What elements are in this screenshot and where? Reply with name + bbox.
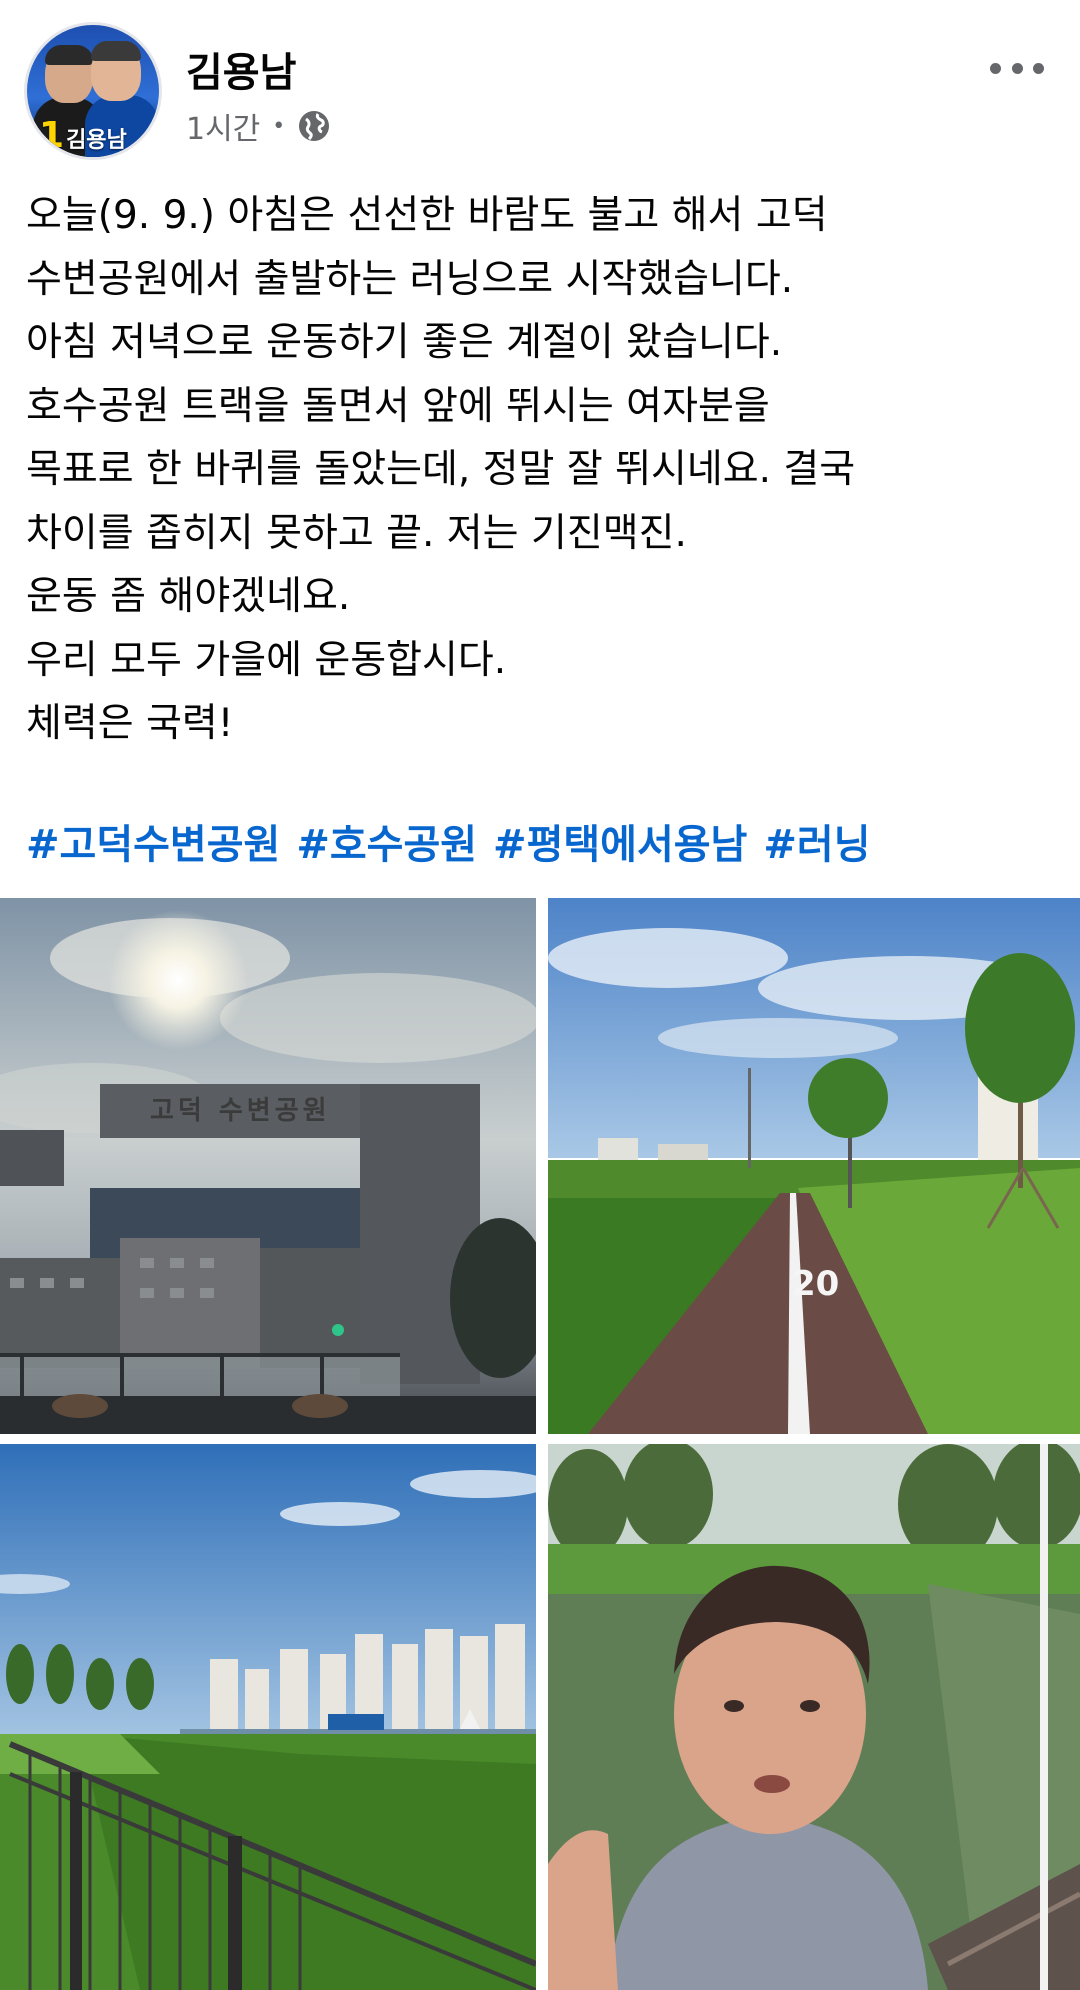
post-header: 1 김용남 김용남 1시간 • — [0, 0, 1080, 170]
avatar-badge-number: 1 — [39, 115, 65, 156]
post-body-line: 아침 저녁으로 운동하기 좋은 계절이 왔습니다. — [26, 320, 783, 365]
hashtag-link[interactable]: #고덕수변공원 — [26, 812, 280, 870]
globe-icon[interactable] — [297, 109, 331, 143]
post-body-line: 우리 모두 가을에 운동합시다. — [26, 637, 507, 683]
hashtag-link[interactable]: #러닝 — [763, 812, 870, 870]
photo-running-path[interactable] — [548, 898, 1080, 1434]
path-marking-text: 20 — [792, 1264, 840, 1304]
post-body-line: 차이를 좁히지 못하고 끝. 저는 기진맥진. — [26, 510, 687, 556]
hashtag-link[interactable]: #호수공원 — [296, 812, 477, 870]
post-body-line: 목표로 한 바퀴를 돌았는데, 정말 잘 뛰시네요. 결국 — [26, 447, 856, 492]
post-body-line: 수변공원에서 출발하는 러닝으로 시작했습니다. — [26, 256, 794, 302]
author-avatar[interactable]: 1 김용남 — [24, 22, 162, 160]
post-body-line: 운동 좀 해야겠네요. — [26, 574, 351, 619]
post-body-line: 체력은 국력! — [26, 701, 234, 746]
avatar-badge-name: 김용남 — [66, 128, 127, 153]
post-timestamp[interactable]: 1시간 — [186, 104, 260, 148]
photo-sign-text: 고덕 수변공원 — [150, 1096, 331, 1126]
post-body-line: 오늘(9. 9.) 아침은 선선한 바람도 불고 해서 고덕 — [26, 193, 828, 238]
post-body-line: 호수공원 트랙을 돌면서 앞에 뛰시는 여자분을 — [26, 383, 770, 429]
photo-lake-view[interactable] — [0, 1444, 536, 1990]
facebook-post: 1 김용남 김용남 1시간 • 오늘(9. 9.) 아침은 선선한 바람도 불고… — [0, 0, 1080, 1990]
post-meta: 1시간 • — [186, 104, 331, 148]
photo-selfie[interactable] — [548, 1444, 1080, 1990]
author-name[interactable]: 김용남 — [186, 40, 296, 98]
photo-park-gate[interactable] — [0, 898, 536, 1434]
post-body: 오늘(9. 9.) 아침은 선선한 바람도 불고 해서 고덕 수변공원에서 출발… — [26, 184, 1056, 756]
hashtag-list: #고덕수변공원 #호수공원 #평택에서용남 #러닝 — [26, 812, 871, 870]
avatar-badge: 1 김용남 — [39, 115, 127, 156]
hashtag-link[interactable]: #평택에서용남 — [493, 812, 747, 870]
meta-separator: • — [272, 113, 286, 139]
more-options-icon[interactable] — [982, 48, 1052, 88]
